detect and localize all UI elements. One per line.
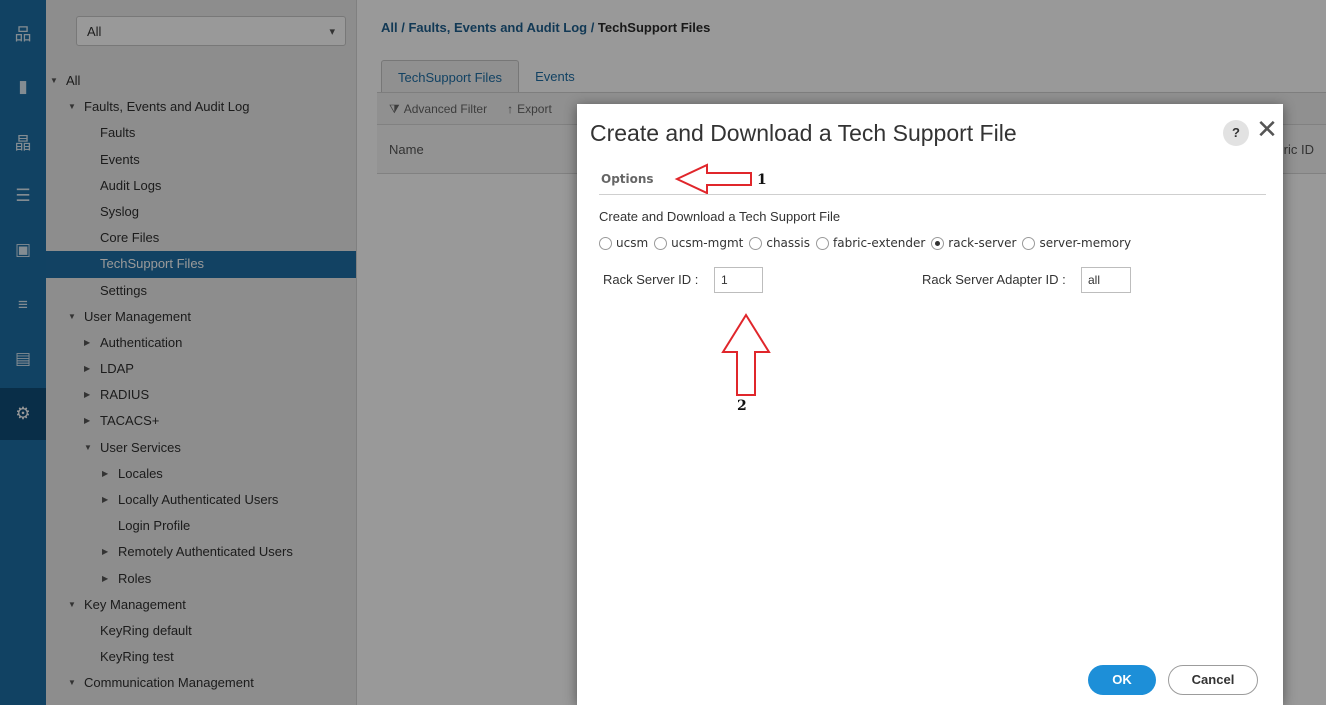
help-icon[interactable]: ?	[1223, 120, 1249, 146]
adapter-id-label: Rack Server Adapter ID :	[922, 272, 1066, 287]
radio-label-rack-server[interactable]: rack-server	[948, 236, 1016, 250]
annotation-label-2: 2	[737, 398, 747, 414]
radio-label-fabric-extender[interactable]: fabric-extender	[833, 236, 925, 250]
annotation-arrow-up-icon	[721, 313, 771, 396]
tech-support-dialog: Create and Download a Tech Support File …	[577, 104, 1283, 705]
rack-server-id-input[interactable]: 1	[714, 267, 763, 293]
dialog-subtitle: Create and Download a Tech Support File	[599, 209, 841, 224]
rack-server-id-label: Rack Server ID :	[603, 272, 699, 287]
dialog-title: Create and Download a Tech Support File	[590, 120, 1017, 146]
adapter-id-input[interactable]: all	[1081, 267, 1131, 293]
options-section-label: Options	[601, 172, 654, 186]
radio-label-server-memory[interactable]: server-memory	[1039, 236, 1131, 250]
radio-chassis[interactable]	[749, 236, 763, 250]
radio-label-ucsm-mgmt[interactable]: ucsm-mgmt	[671, 236, 743, 250]
options-divider	[599, 194, 1266, 195]
radio-label-chassis[interactable]: chassis	[766, 236, 810, 250]
radio-server-memory[interactable]	[1022, 236, 1036, 250]
cancel-button[interactable]: Cancel	[1168, 665, 1258, 695]
radio-rack-server[interactable]	[931, 236, 945, 250]
close-icon[interactable]: ✕	[1255, 114, 1279, 144]
radio-fabric-extender[interactable]	[816, 236, 829, 250]
ok-button[interactable]: OK	[1088, 665, 1156, 695]
radio-ucsm[interactable]	[599, 236, 612, 250]
radio-ucsm-mgmt[interactable]	[654, 236, 668, 250]
annotation-label-1: 1	[757, 172, 767, 188]
annotation-arrow-left-icon	[674, 163, 752, 195]
component-radio-group: ucsm ucsm-mgmt chassis fabric-extender rack-…	[599, 236, 1137, 250]
radio-label-ucsm[interactable]: ucsm	[616, 236, 648, 250]
